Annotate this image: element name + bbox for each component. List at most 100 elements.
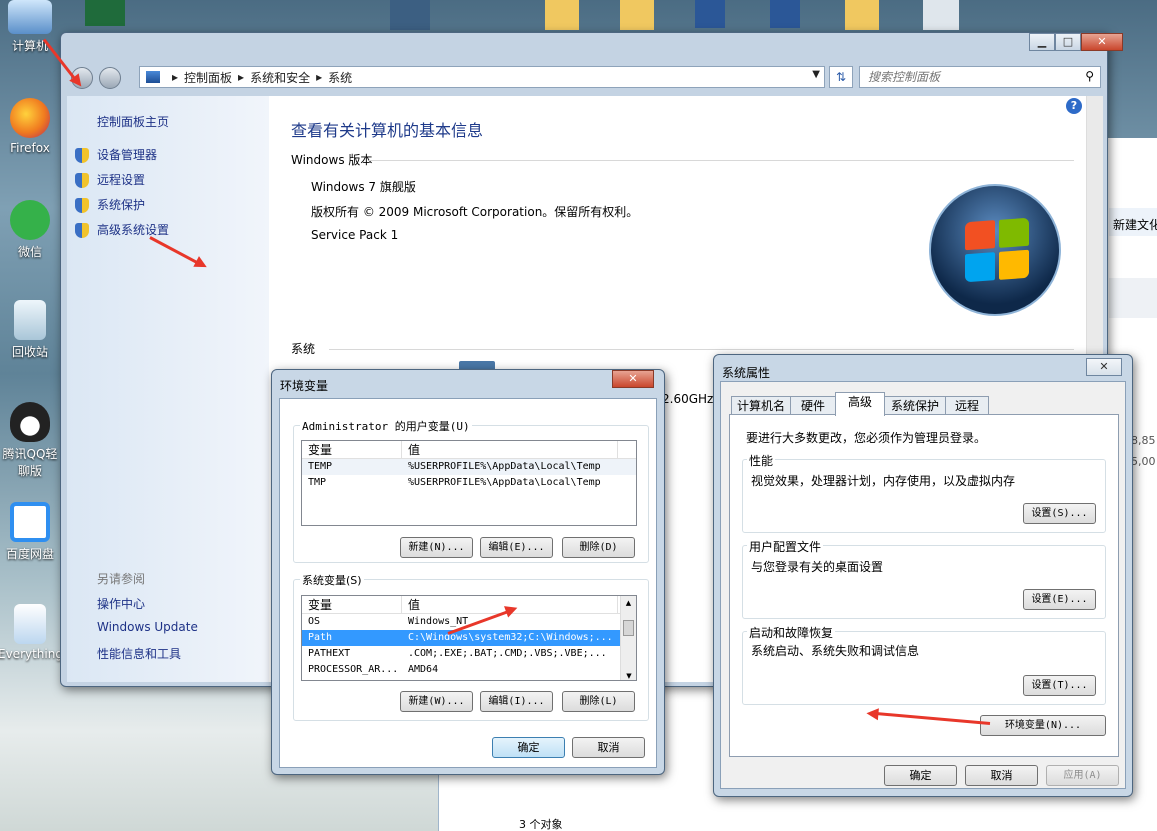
desktop-icon-firefox[interactable]: Firefox [0,98,62,155]
word-icon[interactable] [770,0,800,28]
desktop-icon-wechat[interactable]: 微信 [0,200,62,260]
close-button[interactable]: ✕ [1086,358,1122,376]
folder-icon[interactable] [845,0,879,30]
tab-panel: 要进行大多数更改，您必须作为管理员登录。 性能 视觉效果，处理器计划，内存使用，… [729,414,1119,757]
service-pack: Service Pack 1 [311,228,399,242]
edition-heading: Windows 版本 [291,153,373,167]
ok-button[interactable]: 确定 [492,737,565,758]
divider [329,349,1074,350]
table-row[interactable]: TEMP %USERPROFILE%\AppData\Local\Temp [302,459,636,475]
desktop-icon-label: 百度网盘 [5,547,54,561]
folder-icon[interactable] [620,0,654,30]
see-also-performance[interactable]: 性能信息和工具 [97,645,181,662]
firefox-icon [10,98,50,138]
ok-button[interactable]: 确定 [884,765,957,786]
file-size-value: 5,00 [1131,455,1156,468]
sidebar-item-system-protection[interactable]: 系统保护 [75,196,145,213]
system-new-button[interactable]: 新建(W)... [400,691,473,712]
table-row-selected[interactable]: Path C:\Windows\system32;C:\Windows;... [302,630,636,646]
column-header-value[interactable]: 值 [402,441,618,458]
variable-value: C:\Windows\system32;C:\Windows;... [408,632,612,643]
environment-variables-dialog: 环境变量 ✕ Administrator 的用户变量(U) 变量值 TEMP %U… [271,369,665,775]
search-box[interactable]: ⚲ [859,66,1101,88]
windows-logo [929,184,1061,316]
table-row[interactable]: OS Windows_NT [302,614,636,630]
tab-computer-name[interactable]: 计算机名 [731,396,791,415]
group-title: 启动和故障恢复 [747,624,836,641]
maximize-button[interactable]: □ [1055,33,1081,51]
cancel-button[interactable]: 取消 [965,765,1038,786]
variable-name: PROCESSOR_AR... [308,664,399,675]
shield-icon [75,198,89,213]
scroll-up-icon[interactable]: ▲ [621,596,636,610]
desktop-icon-qq[interactable]: 腾讯QQ轻聊版 [0,402,62,479]
scroll-thumb[interactable] [623,620,634,636]
scroll-down-icon[interactable]: ▼ [621,672,636,680]
word-icon[interactable] [695,0,725,28]
recycle-bin-icon [14,300,46,340]
column-header-variable[interactable]: 变量 [302,596,402,613]
wechat-icon [10,200,50,240]
breadcrumb-item[interactable]: 系统 [328,69,352,86]
help-icon[interactable]: ? [1066,98,1082,114]
variable-value: %USERPROFILE%\AppData\Local\Temp [408,461,601,472]
address-bar[interactable]: ▸ 控制面板 ▸ 系统和安全 ▸ 系统 ▼ [139,66,825,88]
control-panel-home-link[interactable]: 控制面板主页 [97,113,169,130]
user-delete-button[interactable]: 删除(D) [562,537,635,558]
sidebar-item-device-manager[interactable]: 设备管理器 [75,146,157,163]
search-input[interactable] [860,67,1070,87]
profile-settings-button[interactable]: 设置(E)... [1023,589,1096,610]
tab-remote[interactable]: 远程 [945,396,989,415]
minimize-button[interactable]: ▁ [1029,33,1055,51]
startup-settings-button[interactable]: 设置(T)... [1023,675,1096,696]
desktop-icon-everything[interactable]: Everything. [0,604,67,661]
breadcrumb-item[interactable]: 系统和安全 [250,69,310,86]
desktop-icon-recycle-bin[interactable]: 回收站 [0,300,62,360]
dialog-title: 环境变量 [280,379,329,393]
table-row[interactable]: PROCESSOR_AR... AMD64 [302,662,636,678]
refresh-button[interactable]: ⇅ [829,66,853,88]
list-scrollbar[interactable]: ▲ ▼ [620,596,636,680]
table-row[interactable]: PATHEXT .COM;.EXE;.BAT;.CMD;.VBS;.VBE;... [302,646,636,662]
user-new-button[interactable]: 新建(N)... [400,537,473,558]
search-icon[interactable]: ⚲ [1085,69,1094,83]
taskbar-icon-strip [85,0,985,30]
breadcrumb-item[interactable]: 控制面板 [184,69,232,86]
tab-system-protection[interactable]: 系统保护 [884,396,946,415]
performance-settings-button[interactable]: 设置(S)... [1023,503,1096,524]
system-properties-dialog: 系统属性 ✕ 计算机名 硬件 高级 系统保护 远程 要进行大多数更改，您必须作为… [713,354,1133,797]
app-icon[interactable] [85,0,125,26]
cancel-button[interactable]: 取消 [572,737,645,758]
system-delete-button[interactable]: 删除(L) [562,691,635,712]
sidebar-item-advanced-settings[interactable]: 高级系统设置 [75,221,169,238]
see-also-windows-update[interactable]: Windows Update [97,620,198,634]
forward-button[interactable] [99,67,121,89]
qq-icon [10,402,50,442]
folder-icon[interactable] [545,0,579,30]
environment-variables-button[interactable]: 环境变量(N)... [980,715,1106,736]
tab-hardware[interactable]: 硬件 [790,396,836,415]
table-row[interactable]: TMP %USERPROFILE%\AppData\Local\Temp [302,475,636,491]
variable-name: TMP [308,477,327,488]
desktop-icon-computer[interactable]: 计算机 [0,0,62,54]
see-also-action-center[interactable]: 操作中心 [97,595,145,612]
system-edit-button[interactable]: 编辑(I)... [480,691,553,712]
app-icon[interactable] [390,0,430,30]
new-folder-label[interactable]: 新建文化 [1113,216,1157,233]
column-header-variable[interactable]: 变量 [302,441,402,458]
tab-advanced[interactable]: 高级 [835,392,885,416]
sidebar: 控制面板主页 设备管理器 远程设置 系统保护 高级系统设置 另请参阅 操作中心 … [67,96,269,682]
chevron-down-icon[interactable]: ▼ [812,69,820,80]
processor-speed: 2.60GHz [662,392,714,406]
system-variables-list[interactable]: 变量值 OS Windows_NT Path C:\Windows\system32… [301,595,637,681]
control-panel-icon [146,71,160,83]
sidebar-item-remote-settings[interactable]: 远程设置 [75,171,145,188]
user-edit-button[interactable]: 编辑(E)... [480,537,553,558]
apply-button[interactable]: 应用(A) [1046,765,1119,786]
close-button[interactable]: ✕ [612,370,654,388]
network-icon[interactable] [923,0,959,30]
baidu-netdisk-icon [10,502,50,542]
user-variables-list[interactable]: 变量值 TEMP %USERPROFILE%\AppData\Local\Temp… [301,440,637,526]
desktop-icon-baidu-netdisk[interactable]: 百度网盘 [0,502,62,562]
close-button[interactable]: ✕ [1081,33,1123,51]
